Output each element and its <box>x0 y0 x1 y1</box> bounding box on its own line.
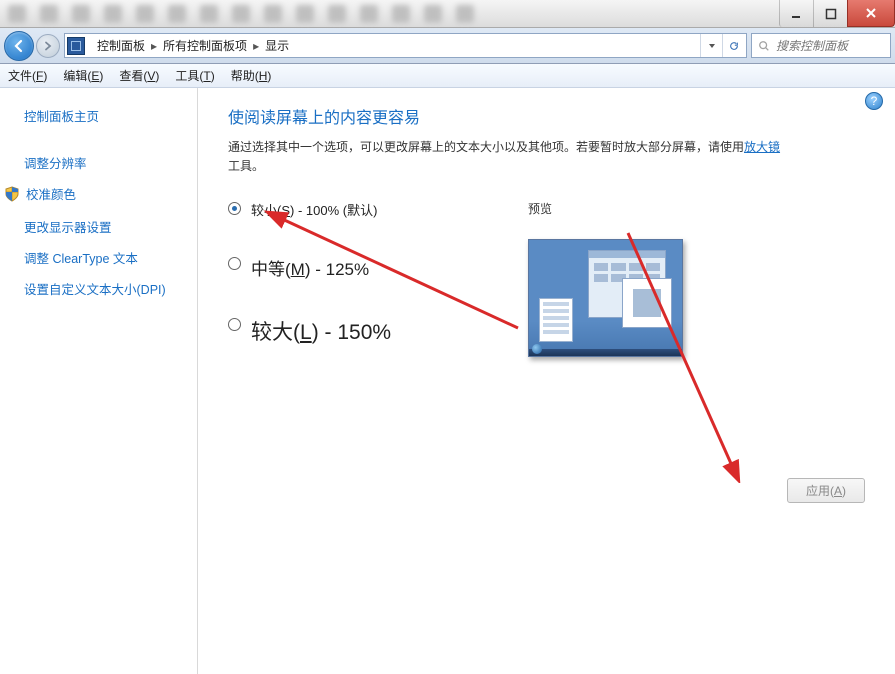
magnifier-link[interactable]: 放大镜 <box>744 140 780 154</box>
breadcrumb[interactable]: 控制面板▸ 所有控制面板项▸ 显示 <box>91 34 295 57</box>
address-box[interactable]: 控制面板▸ 所有控制面板项▸ 显示 <box>64 33 747 58</box>
history-dropdown[interactable] <box>700 34 722 57</box>
refresh-button[interactable] <box>722 34 744 57</box>
address-bar: 控制面板▸ 所有控制面板项▸ 显示 <box>0 28 895 64</box>
close-button[interactable] <box>847 0 895 27</box>
maximize-button[interactable] <box>813 0 847 27</box>
preview-label: 预览 <box>528 200 865 217</box>
forward-button[interactable] <box>36 34 60 58</box>
menu-bar: 文件(F) 编辑(E) 查看(V) 工具(T) 帮助(H) <box>0 64 895 88</box>
search-box[interactable] <box>751 33 891 58</box>
main-panel: ? 使阅读屏幕上的内容更容易 通过选择其中一个选项，可以更改屏幕上的文本大小以及… <box>198 88 895 674</box>
page-description: 通过选择其中一个选项，可以更改屏幕上的文本大小以及其他项。若要暂时放大部分屏幕，… <box>228 138 788 176</box>
sidebar-cleartype[interactable]: 调整 ClearType 文本 <box>24 248 185 267</box>
blurred-title-area <box>0 0 779 27</box>
apply-button[interactable]: 应用(A) <box>787 478 865 503</box>
window-title-bar <box>0 0 895 28</box>
back-button[interactable] <box>4 31 34 61</box>
sidebar-display-settings[interactable]: 更改显示器设置 <box>24 217 185 236</box>
crumb-group[interactable]: 所有控制面板项 <box>163 37 247 54</box>
shield-icon <box>4 186 20 202</box>
page-heading: 使阅读屏幕上的内容更容易 <box>228 104 865 128</box>
menu-view[interactable]: 查看(V) <box>119 67 159 84</box>
control-panel-icon <box>67 37 85 55</box>
crumb-root[interactable]: 控制面板 <box>97 37 145 54</box>
radio-icon <box>228 318 241 331</box>
sidebar-resolution[interactable]: 调整分辨率 <box>24 153 185 172</box>
preview-column: 预览 <box>528 200 865 382</box>
radio-icon <box>228 257 241 270</box>
sidebar: 控制面板主页 调整分辨率 校准颜色 更改显示器设置 调整 ClearType 文… <box>0 88 198 674</box>
option-small[interactable]: 较小(S) - 100% (默认) <box>228 200 468 219</box>
radio-icon <box>228 202 241 215</box>
menu-help[interactable]: 帮助(H) <box>231 67 272 84</box>
menu-edit[interactable]: 编辑(E) <box>63 67 103 84</box>
sidebar-dpi[interactable]: 设置自定义文本大小(DPI) <box>24 279 185 298</box>
menu-file[interactable]: 文件(F) <box>8 67 47 84</box>
help-icon[interactable]: ? <box>865 92 883 110</box>
search-input[interactable] <box>776 39 884 53</box>
crumb-current[interactable]: 显示 <box>265 37 289 54</box>
sidebar-calibrate[interactable]: 校准颜色 <box>26 184 76 203</box>
preview-thumbnail <box>528 239 683 357</box>
minimize-button[interactable] <box>779 0 813 27</box>
option-medium[interactable]: 中等(M) - 125% <box>228 255 468 280</box>
menu-tools[interactable]: 工具(T) <box>175 67 214 84</box>
sidebar-home[interactable]: 控制面板主页 <box>24 106 185 125</box>
option-large[interactable]: 较大(L) - 150% <box>228 316 468 346</box>
search-icon <box>758 39 770 53</box>
size-options: 较小(S) - 100% (默认) 中等(M) - 125% 较大(L) - 1… <box>228 200 468 382</box>
content-area: 控制面板主页 调整分辨率 校准颜色 更改显示器设置 调整 ClearType 文… <box>0 88 895 674</box>
